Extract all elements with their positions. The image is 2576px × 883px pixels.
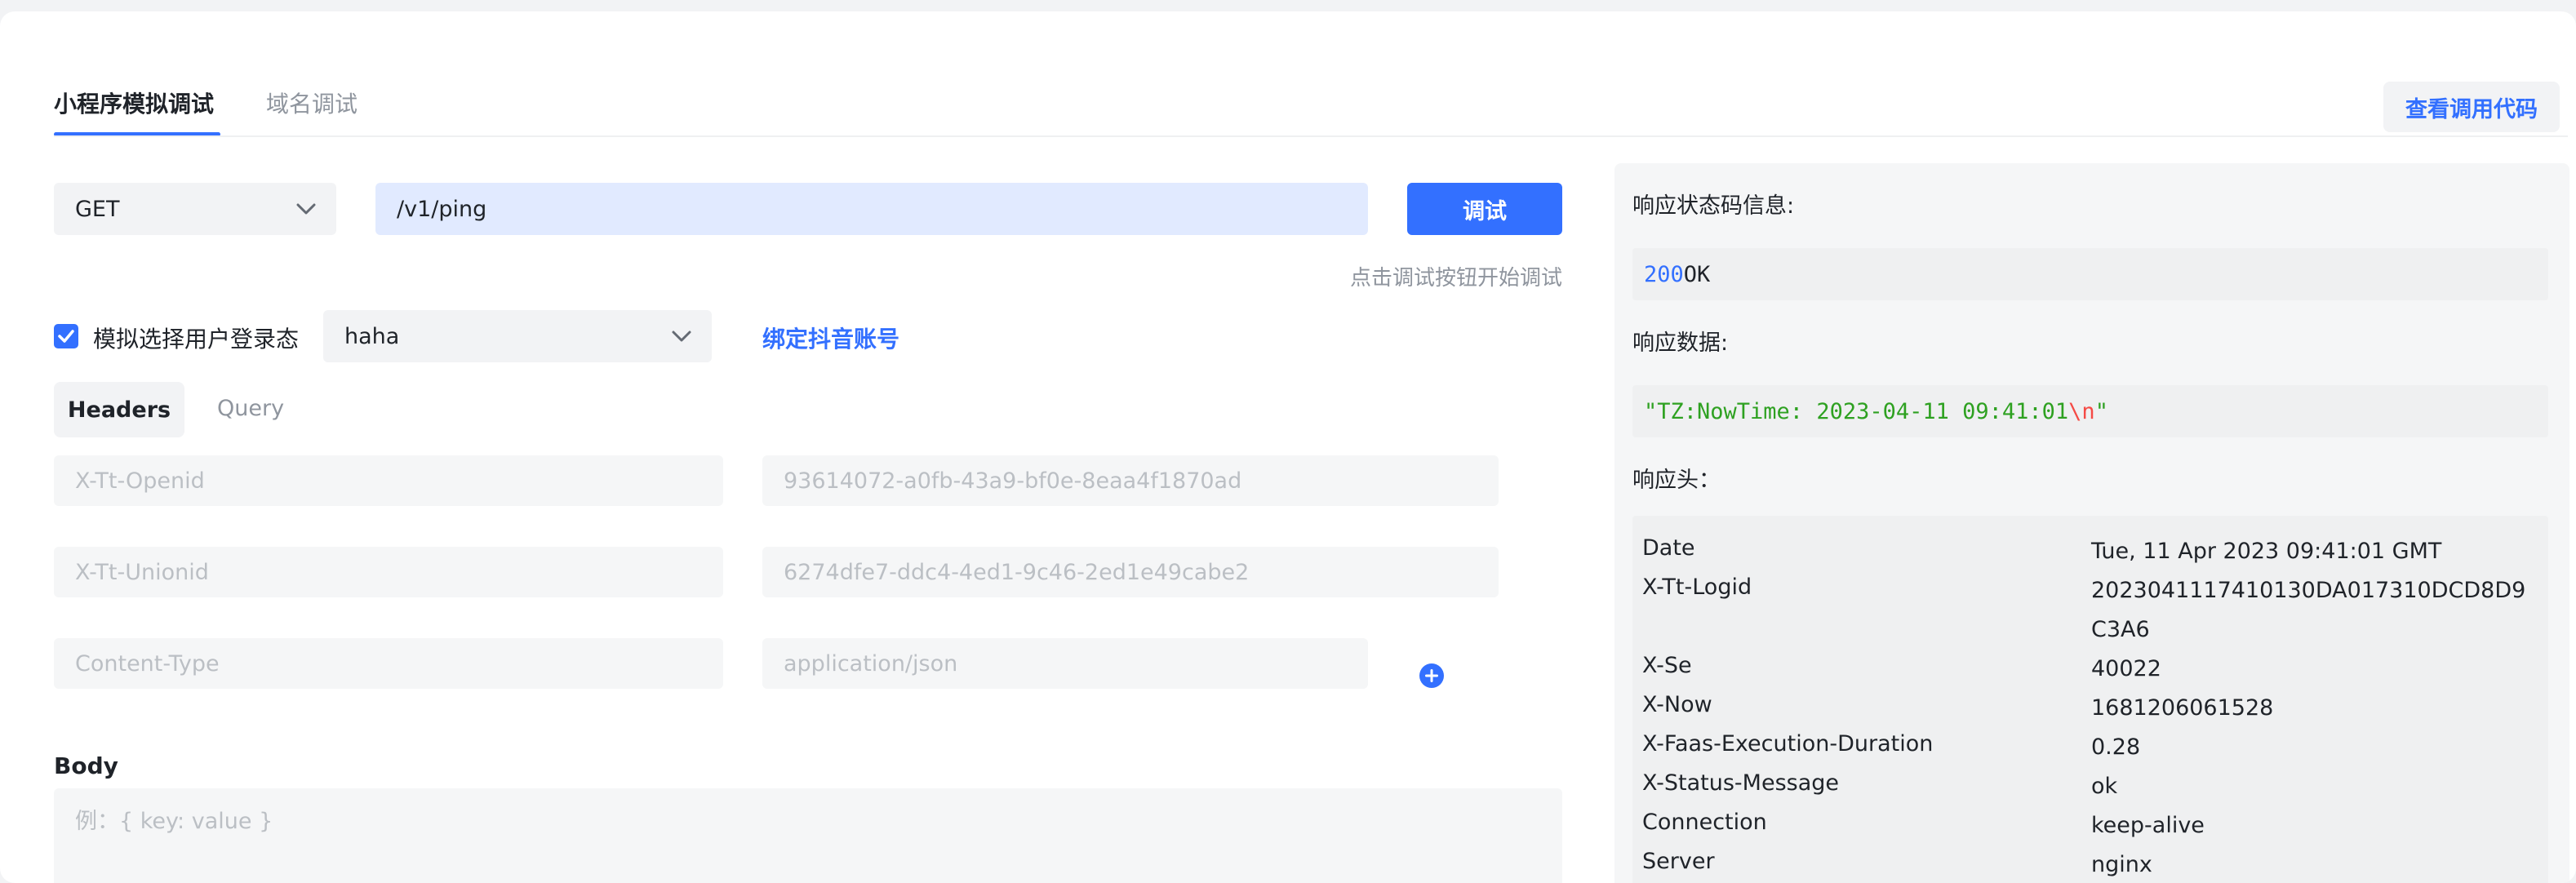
add-header-icon[interactable] xyxy=(1419,663,1444,688)
response-header-key: X-Tt-Logid xyxy=(1642,575,1752,600)
debug-button[interactable]: 调试 xyxy=(1407,183,1562,235)
response-data-text: "TZ:NowTime: 2023-04-11 09:41:01 xyxy=(1644,398,2069,424)
header-key-input[interactable]: X-Tt-Unionid xyxy=(54,547,723,597)
response-header-value: ok xyxy=(2091,774,2118,799)
login-checkbox-label: 模拟选择用户登录态 xyxy=(93,326,300,353)
method-select[interactable]: GET xyxy=(54,183,336,235)
body-textarea[interactable]: 例：{ key: value } xyxy=(54,788,1562,883)
response-header-value: 1681206061528 xyxy=(2091,695,2274,721)
method-value: GET xyxy=(75,196,120,222)
response-status-box: 200 OK xyxy=(1632,248,2548,300)
view-code-button[interactable]: 查看调用代码 xyxy=(2383,82,2560,132)
header-value-input[interactable]: application/json xyxy=(762,638,1368,689)
url-value: /v1/ping xyxy=(397,196,487,222)
login-checkbox[interactable] xyxy=(54,324,78,348)
bind-douyin-account-link[interactable]: 绑定抖音账号 xyxy=(762,322,899,354)
response-data-label: 响应数据: xyxy=(1632,331,1729,356)
response-header-value: 0.28 xyxy=(2091,734,2141,760)
status-text: OK xyxy=(1683,261,1711,287)
tabs-divider xyxy=(54,135,2568,137)
user-select[interactable]: haha xyxy=(323,310,712,362)
api-debug-card: 小程序模拟调试 域名调试 查看调用代码 GET /v1/ping 调试 点击调试… xyxy=(0,11,2576,883)
header-value-input[interactable]: 93614072-a0fb-43a9-bf0e-8eaa4f1870ad xyxy=(762,455,1499,506)
status-code: 200 xyxy=(1644,261,1684,287)
response-header-key: X-Faas-Execution-Duration xyxy=(1642,731,1934,757)
tab-miniapp-debug[interactable]: 小程序模拟调试 xyxy=(54,90,214,119)
response-header-key: Connection xyxy=(1642,810,1767,835)
body-placeholder: 例：{ key: value } xyxy=(75,809,273,834)
response-header-value: 40022 xyxy=(2091,656,2161,681)
response-header-key: Server xyxy=(1642,849,1715,874)
debug-hint: 点击调试按钮开始调试 xyxy=(1349,266,1562,291)
response-data-escape: \n xyxy=(2068,398,2095,424)
chevron-down-icon xyxy=(296,203,316,215)
response-headers-label: 响应头： xyxy=(1632,468,1721,493)
response-data-box: "TZ:NowTime: 2023-04-11 09:41:01 \n " xyxy=(1632,385,2548,437)
response-header-key: X-Status-Message xyxy=(1642,770,1840,796)
response-status-label: 响应状态码信息: xyxy=(1632,193,1795,219)
url-input[interactable]: /v1/ping xyxy=(375,183,1368,235)
chevron-down-icon xyxy=(672,331,691,342)
response-header-value: 2023041117410130DA017310DCD8D9C3A6 xyxy=(2091,578,2526,642)
header-key-input[interactable]: X-Tt-Openid xyxy=(54,455,723,506)
check-icon xyxy=(58,330,74,343)
header-key-input[interactable]: Content-Type xyxy=(54,638,723,689)
response-header-key: Date xyxy=(1642,535,1695,561)
response-header-value: Tue, 11 Apr 2023 09:41:01 GMT xyxy=(2091,539,2442,564)
tab-domain-debug[interactable]: 域名调试 xyxy=(266,90,358,119)
response-header-value: keep-alive xyxy=(2091,813,2205,838)
response-data-quote: " xyxy=(2094,398,2108,424)
header-value-input[interactable]: 6274dfe7-ddc4-4ed1-9c46-2ed1e49cabe2 xyxy=(762,547,1499,597)
response-header-key: X-Now xyxy=(1642,692,1712,717)
subtab-headers[interactable]: Headers xyxy=(54,382,184,437)
response-header-value: nginx xyxy=(2091,852,2152,877)
subtab-query[interactable]: Query xyxy=(217,396,284,421)
user-value: haha xyxy=(344,323,400,349)
body-label: Body xyxy=(54,752,118,779)
response-headers-table: Date Tue, 11 Apr 2023 09:41:01 GMT X-Tt-… xyxy=(1632,516,2548,883)
response-header-key: X-Se xyxy=(1642,653,1692,678)
